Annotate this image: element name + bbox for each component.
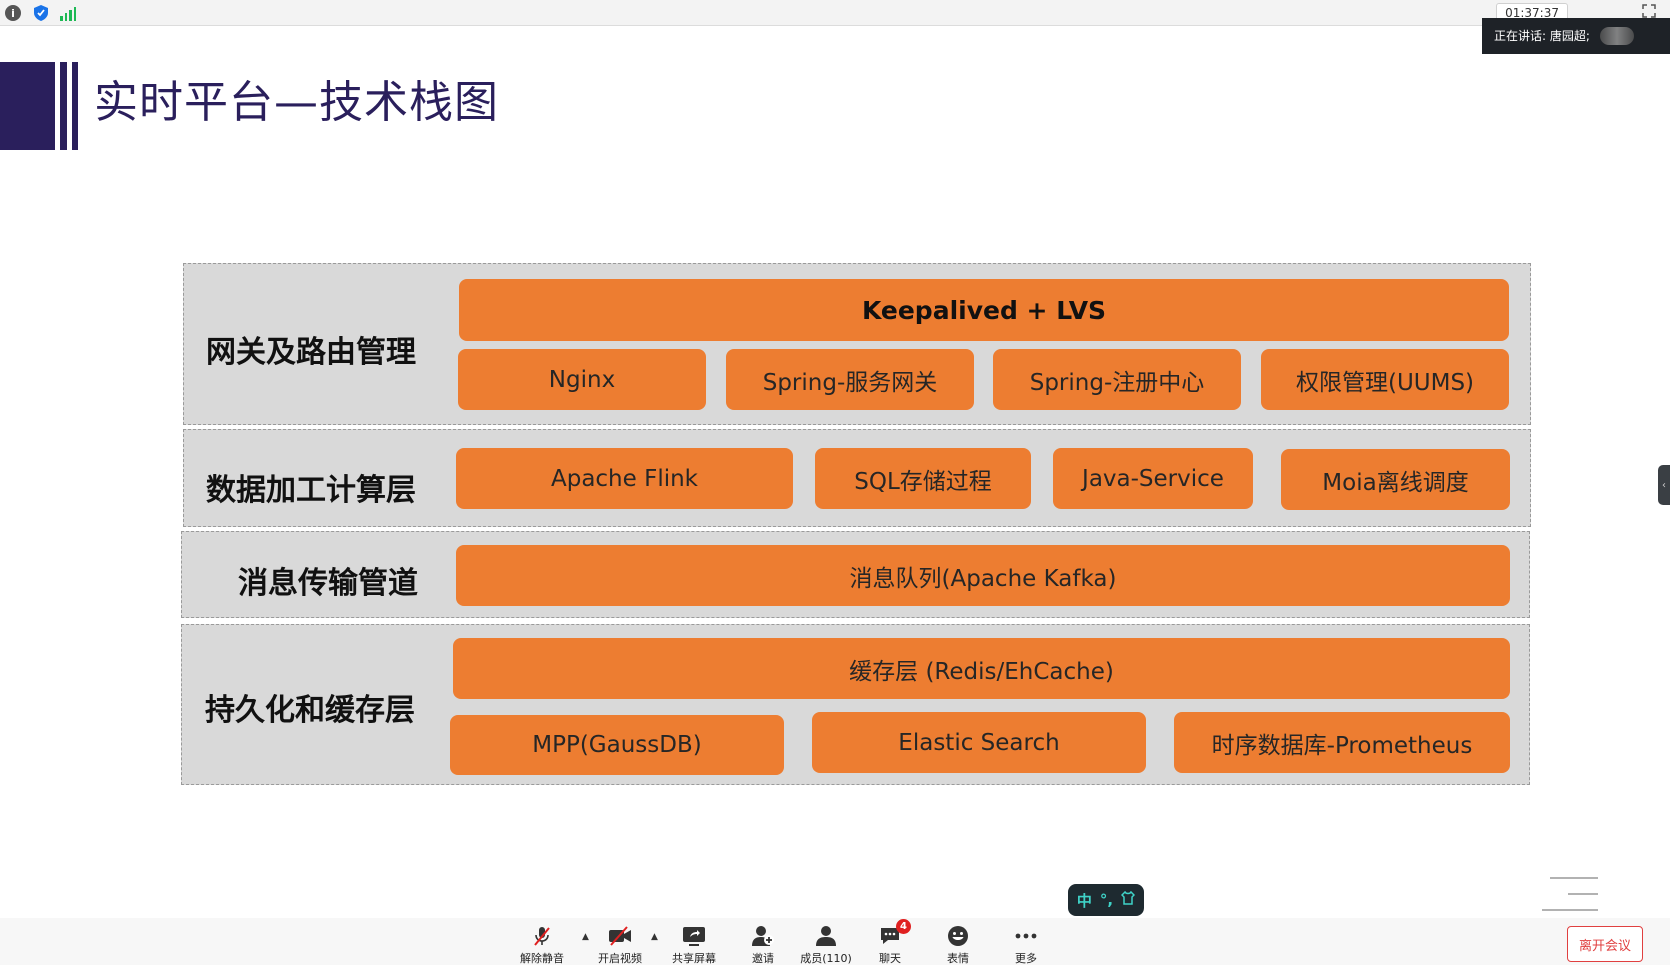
chat-icon: 4 <box>879 919 911 948</box>
tech-box: MPP(GaussDB) <box>450 715 784 775</box>
mute-options-caret[interactable]: ▲ <box>582 932 589 942</box>
chat-button[interactable]: 4 聊天 <box>860 919 920 966</box>
tech-box: 时序数据库-Prometheus <box>1174 712 1510 773</box>
speaker-label: 正在讲话: 唐园超; <box>1494 29 1590 43</box>
tech-box: Spring-注册中心 <box>993 349 1241 410</box>
shield-icon[interactable] <box>33 5 49 21</box>
slide-title: 实时平台—技术栈图 <box>94 77 499 128</box>
chat-unread-badge: 4 <box>896 919 911 934</box>
network-signal-icon[interactable] <box>60 5 76 21</box>
invite-button[interactable]: 邀请 <box>733 924 793 966</box>
tech-box: Apache Flink <box>456 448 793 509</box>
layer-label: 网关及路由管理 <box>206 335 416 370</box>
tech-box: 权限管理(UUMS) <box>1261 349 1509 410</box>
active-speaker-indicator: 正在讲话: 唐园超; <box>1482 18 1670 54</box>
ime-punctuation: °, <box>1099 891 1114 909</box>
video-off-icon <box>608 924 632 948</box>
slide-corner-decoration <box>1542 877 1598 911</box>
tech-box: 消息队列(Apache Kafka) <box>456 545 1510 606</box>
share-screen-button[interactable]: 共享屏幕 <box>664 924 724 966</box>
layer-label: 消息传输管道 <box>238 566 418 601</box>
start-video-button[interactable]: 开启视频 <box>590 924 650 966</box>
more-dots-icon <box>1014 924 1038 948</box>
side-panel-toggle[interactable]: ‹ <box>1658 465 1670 505</box>
layer-label: 持久化和缓存层 <box>205 693 415 728</box>
microphone-muted-icon <box>531 924 553 948</box>
meeting-top-bar: i 01:37:37 <box>0 0 1670 26</box>
ime-language: 中 <box>1076 891 1092 910</box>
chevron-left-icon: ‹ <box>1662 479 1666 491</box>
reactions-button[interactable]: 表情 <box>928 924 988 966</box>
tech-box: Java-Service <box>1053 448 1253 509</box>
tech-box: Elastic Search <box>812 712 1146 773</box>
members-icon <box>814 924 838 948</box>
members-button[interactable]: 成员(110) <box>796 924 856 966</box>
unmute-button[interactable]: 解除静音 <box>512 924 572 966</box>
ime-indicator[interactable]: 中 °, <box>1068 884 1144 916</box>
smiley-icon <box>947 924 969 948</box>
title-decoration-bar <box>60 62 67 150</box>
video-options-caret[interactable]: ▲ <box>651 932 658 942</box>
add-user-icon <box>751 924 775 948</box>
layer-label: 数据加工计算层 <box>206 473 416 508</box>
tech-box: Keepalived + LVS <box>459 279 1509 341</box>
tech-box: SQL存储过程 <box>815 448 1031 509</box>
ime-skin-icon <box>1121 890 1136 909</box>
tech-box: 缓存层 (Redis/EhCache) <box>453 638 1510 699</box>
leave-meeting-button[interactable]: 离开会议 <box>1567 926 1643 962</box>
share-screen-icon <box>682 924 706 948</box>
more-button[interactable]: 更多 <box>996 924 1056 966</box>
tech-box: Nginx <box>458 349 706 410</box>
speaker-avatar <box>1600 27 1634 45</box>
title-decoration-bar <box>72 62 78 150</box>
tech-box: Moia离线调度 <box>1281 449 1510 510</box>
info-icon[interactable]: i <box>5 5 21 21</box>
title-decoration-block <box>0 62 55 150</box>
tech-box: Spring-服务网关 <box>726 349 974 410</box>
fullscreen-icon[interactable] <box>1642 4 1656 18</box>
